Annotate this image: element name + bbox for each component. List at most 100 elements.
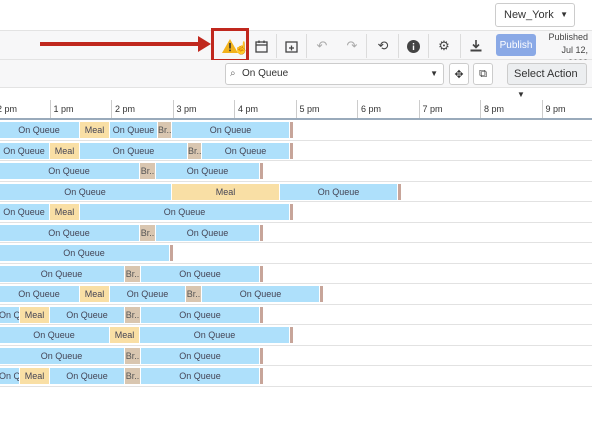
on-queue-segment[interactable]: On Queue <box>110 122 157 138</box>
download-button[interactable] <box>464 35 488 57</box>
on-queue-segment[interactable]: On Queue <box>0 142 49 159</box>
shift-end-handle[interactable] <box>170 245 173 261</box>
break-segment[interactable]: Br.. <box>186 286 201 302</box>
break-segment[interactable]: Br.. <box>125 347 140 364</box>
calendar-add-icon <box>284 40 298 53</box>
row-divider <box>0 303 592 305</box>
on-queue-segment[interactable]: On Queue <box>0 163 139 179</box>
on-queue-segment[interactable]: On Queue <box>0 306 19 323</box>
on-queue-segment[interactable]: On Queue <box>110 286 185 302</box>
shift-end-handle[interactable] <box>320 286 323 302</box>
break-segment[interactable]: Br.. <box>188 142 201 159</box>
shift-end-handle[interactable] <box>260 368 263 384</box>
break-segment[interactable]: Br.. <box>125 265 140 282</box>
on-queue-segment[interactable]: On Queue <box>156 224 259 241</box>
shift-end-handle[interactable] <box>260 163 263 179</box>
on-queue-segment[interactable]: On Queue <box>0 368 19 384</box>
select-action-label: Select Action <box>514 68 578 80</box>
on-queue-segment[interactable]: On Queue <box>80 204 289 220</box>
on-queue-segment[interactable]: On Queue <box>202 286 319 302</box>
copy-button[interactable]: ⧉ <box>473 63 493 85</box>
shift-end-handle[interactable] <box>290 142 293 159</box>
meal-segment[interactable]: Meal <box>50 204 79 220</box>
calendar-icon <box>254 40 268 53</box>
on-queue-segment[interactable]: On Queue <box>202 142 289 159</box>
on-queue-segment[interactable]: On Queue <box>0 265 124 282</box>
on-queue-segment[interactable]: On Queue <box>141 368 259 384</box>
on-queue-segment[interactable]: On Queue <box>141 347 259 364</box>
undo-button[interactable]: ↶ <box>310 35 334 57</box>
meal-segment[interactable]: Meal <box>20 306 49 323</box>
break-segment[interactable]: Br.. <box>125 368 140 384</box>
undo-icon: ↶ <box>316 38 328 53</box>
on-queue-segment[interactable]: On Queue <box>280 183 397 200</box>
on-queue-segment[interactable]: On Queue <box>0 183 171 200</box>
info-icon <box>406 39 420 53</box>
shift-end-handle[interactable] <box>398 183 401 200</box>
meal-segment[interactable]: Meal <box>80 122 109 138</box>
meal-segment[interactable]: Meal <box>20 368 49 384</box>
chevron-down-icon: ▼ <box>517 90 525 99</box>
calendar-day-button[interactable] <box>249 35 273 57</box>
hour-label: 1 pm <box>53 104 74 114</box>
toolbar-divider <box>306 34 307 58</box>
hour-tick <box>172 100 174 118</box>
row-divider <box>0 201 592 202</box>
on-queue-segment[interactable]: On Queue <box>156 163 259 179</box>
break-segment[interactable]: Br.. <box>158 122 171 138</box>
on-queue-segment[interactable]: On Queue <box>0 204 49 220</box>
on-queue-segment[interactable]: On Queue <box>50 368 124 384</box>
on-queue-segment[interactable]: On Queue <box>0 224 139 241</box>
meal-segment[interactable]: Meal <box>80 286 109 302</box>
select-action-dropdown[interactable]: Select Action ▼ <box>507 63 587 99</box>
hour-label: 7 pm <box>422 104 443 114</box>
on-queue-segment[interactable]: On Queue <box>0 245 169 261</box>
on-queue-segment[interactable]: On Queue <box>0 327 109 343</box>
break-segment[interactable]: Br.. <box>140 224 155 241</box>
on-queue-segment[interactable]: On Queue <box>141 265 259 282</box>
toolbar-divider <box>276 34 277 58</box>
on-queue-segment[interactable]: On Queue <box>80 142 187 159</box>
hour-label: 12 pm <box>0 104 18 114</box>
meal-segment[interactable]: Meal <box>110 327 139 343</box>
hand-cursor-icon: ☝ <box>234 41 249 55</box>
on-queue-segment[interactable]: On Queue <box>141 306 259 323</box>
shift-end-handle[interactable] <box>290 122 293 138</box>
break-segment[interactable]: Br.. <box>140 163 155 179</box>
on-queue-segment[interactable]: On Queue <box>0 122 79 138</box>
on-queue-segment[interactable]: On Queue <box>0 286 79 302</box>
activity-filter-select[interactable]: ⌕ On Queue ▼ <box>225 63 444 85</box>
on-queue-segment[interactable]: On Queue <box>50 306 124 323</box>
chevron-down-icon: ▼ <box>430 69 438 78</box>
move-button[interactable]: ✥ <box>449 63 469 85</box>
hour-tick <box>111 100 112 118</box>
add-calendar-button[interactable] <box>279 35 303 57</box>
copy-icon: ⧉ <box>479 67 487 80</box>
history-button[interactable]: ⟲ <box>371 35 395 57</box>
shift-end-handle[interactable] <box>290 204 293 220</box>
redo-button[interactable]: ↷ <box>340 35 364 57</box>
shift-end-handle[interactable] <box>260 224 263 241</box>
toolbar-divider <box>366 34 367 58</box>
shift-end-handle[interactable] <box>260 306 263 323</box>
annotation-arrow-head <box>198 36 211 52</box>
break-segment[interactable]: Br.. <box>125 306 140 323</box>
on-queue-segment[interactable]: On Queue <box>0 347 124 364</box>
hour-label: 8 pm <box>484 104 505 114</box>
info-button[interactable] <box>401 35 425 57</box>
row-divider <box>0 262 592 264</box>
on-queue-segment[interactable]: On Queue <box>140 327 289 343</box>
publish-button[interactable]: Publish <box>496 34 536 56</box>
meal-segment[interactable]: Meal <box>172 183 279 200</box>
hour-tick <box>295 100 297 118</box>
row-divider <box>0 242 592 243</box>
settings-button[interactable]: ⚙ <box>432 35 456 57</box>
shift-end-handle[interactable] <box>260 347 263 364</box>
row-divider <box>0 180 592 182</box>
shift-end-handle[interactable] <box>260 265 263 282</box>
on-queue-segment[interactable]: On Queue <box>172 122 289 138</box>
shift-end-handle[interactable] <box>290 327 293 343</box>
timezone-select[interactable]: New_York ▼ <box>495 3 575 27</box>
timezone-value: New_York <box>504 9 554 21</box>
meal-segment[interactable]: Meal <box>50 142 79 159</box>
